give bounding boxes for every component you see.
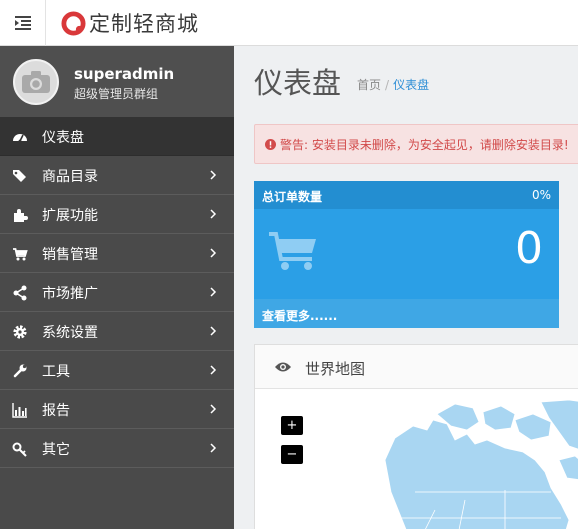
world-map[interactable] — [355, 400, 578, 529]
chevron-right-icon — [210, 248, 217, 258]
sidebar-item-label: 仪表盘 — [42, 130, 84, 146]
sidebar-item-sales[interactable]: 销售管理 — [0, 234, 234, 273]
chevron-right-icon — [210, 209, 217, 219]
tile-title: 总订单数量 — [262, 190, 323, 204]
username: superadmin — [74, 65, 175, 83]
panel-title: 世界地图 — [305, 360, 366, 378]
panel-header: 世界地图 — [255, 345, 578, 389]
sidebar-item-label: 市场推广 — [42, 286, 98, 302]
sidebar-item-label: 扩展功能 — [42, 208, 98, 224]
brand-logo[interactable]: 定制轻商城 — [61, 9, 199, 37]
sidebar-nav: 仪表盘 商品目录 扩展功能 销售管理 市场推广 系统设置 工具 报告 其它 — [0, 117, 234, 468]
map-zoom-out-button[interactable]: − — [281, 445, 303, 464]
exclamation-circle-icon — [265, 138, 276, 150]
app-root: 定制轻商城 superadmin 超级管理员群组 仪表盘 商品目录 扩展功能 销… — [0, 0, 578, 529]
chevron-right-icon — [210, 287, 217, 297]
wrench-icon — [13, 364, 27, 378]
total-orders-tile: 总订单数量 0% 0 查看更多...... — [254, 181, 559, 328]
logo-mark-icon — [61, 10, 86, 36]
avatar[interactable] — [13, 59, 59, 105]
tile-footer: 查看更多...... — [254, 299, 559, 328]
menu-indent-icon — [14, 16, 31, 30]
chevron-right-icon — [210, 365, 217, 375]
menu-toggle-button[interactable] — [0, 0, 46, 46]
sidebar-item-label: 其它 — [42, 442, 70, 458]
chevron-right-icon — [210, 404, 217, 414]
sidebar-item-label: 报告 — [42, 403, 70, 419]
sidebar-item-other[interactable]: 其它 — [0, 429, 234, 468]
tags-icon — [13, 170, 26, 182]
sidebar-item-catalog[interactable]: 商品目录 — [0, 156, 234, 195]
main-content: 仪表盘 首页 / 仪表盘 警告: 安装目录未删除，为安全起见，请删除安装目录! 总订… — [234, 46, 578, 529]
alert-text: 警告: 安装目录未删除，为安全起见，请删除安装目录! — [280, 137, 569, 152]
world-map-panel: 世界地图 + − — [254, 344, 578, 529]
page-title: 仪表盘 — [254, 66, 342, 100]
top-header: 定制轻商城 — [0, 0, 578, 46]
sidebar-item-label: 工具 — [42, 364, 70, 380]
breadcrumb-current-link[interactable]: 仪表盘 — [393, 78, 429, 92]
brand-text: 定制轻商城 — [89, 12, 199, 36]
tile-header: 总订单数量 0% — [254, 181, 559, 209]
breadcrumb-home-link[interactable]: 首页 — [357, 78, 381, 92]
sidebar: superadmin 超级管理员群组 仪表盘 商品目录 扩展功能 销售管理 市场… — [0, 46, 234, 529]
sidebar-item-settings[interactable]: 系统设置 — [0, 312, 234, 351]
gear-icon — [13, 325, 27, 339]
warning-alert: 警告: 安装目录未删除，为安全起见，请删除安装目录! — [254, 124, 578, 164]
sidebar-item-reports[interactable]: 报告 — [0, 390, 234, 429]
chevron-right-icon — [210, 170, 217, 180]
sidebar-item-label: 系统设置 — [42, 325, 98, 341]
eye-icon — [275, 362, 291, 372]
user-group: 超级管理员群组 — [74, 87, 159, 101]
sidebar-item-label: 商品目录 — [42, 169, 98, 185]
puzzle-icon — [14, 209, 28, 222]
sidebar-item-label: 销售管理 — [42, 247, 98, 263]
sidebar-item-tools[interactable]: 工具 — [0, 351, 234, 390]
cart-icon — [13, 248, 28, 261]
user-profile: superadmin 超级管理员群组 — [0, 46, 234, 117]
map-zoom-in-button[interactable]: + — [281, 416, 303, 435]
sidebar-item-dashboard[interactable]: 仪表盘 — [0, 117, 234, 156]
sidebar-item-extensions[interactable]: 扩展功能 — [0, 195, 234, 234]
cart-icon — [269, 232, 316, 270]
breadcrumb: 首页 / 仪表盘 — [357, 76, 429, 93]
tile-percent: 0% — [531, 188, 551, 202]
tile-value: 0 — [515, 223, 543, 274]
key-icon — [12, 442, 27, 457]
share-icon — [13, 285, 27, 301]
bar-chart-icon — [12, 403, 27, 418]
view-more-link[interactable]: 查看更多...... — [262, 307, 337, 324]
breadcrumb-separator: / — [385, 78, 390, 92]
camera-icon — [22, 71, 50, 93]
sidebar-item-marketing[interactable]: 市场推广 — [0, 273, 234, 312]
chevron-right-icon — [210, 443, 217, 453]
chevron-right-icon — [210, 326, 217, 336]
dashboard-icon — [13, 134, 27, 143]
